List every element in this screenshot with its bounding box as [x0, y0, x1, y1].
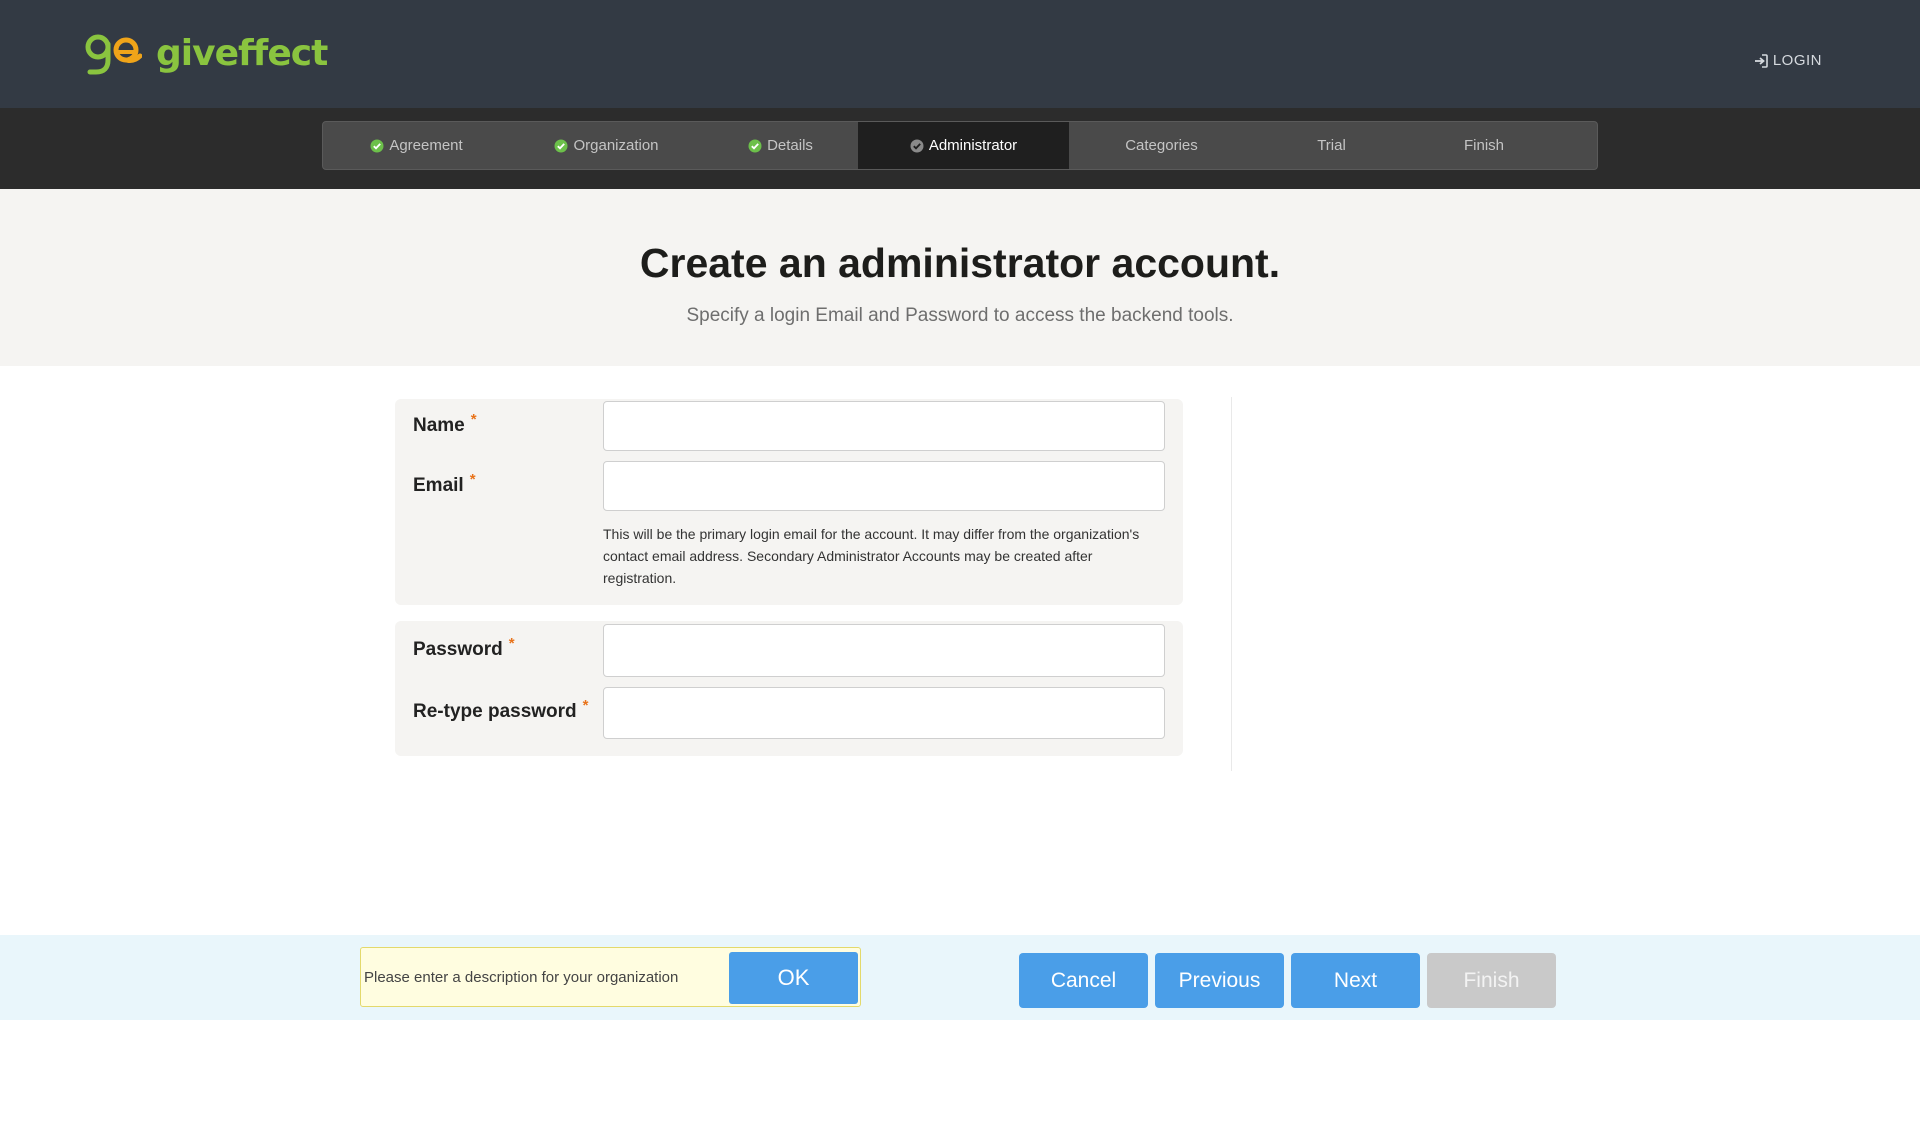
step-administrator[interactable]: Administrator [858, 122, 1069, 169]
login-link[interactable]: LOGIN [1754, 52, 1822, 69]
name-input[interactable] [603, 401, 1165, 451]
step-label: Trial [1317, 137, 1346, 154]
check-circle-icon [910, 139, 924, 152]
required-marker: * [469, 471, 476, 488]
step-finish[interactable]: Finish [1409, 122, 1559, 169]
password-panel: Password * Re-type password * [395, 621, 1183, 756]
page-title: Create an administrator account. [639, 240, 1281, 286]
page-subtitle: Specify a login Email and Password to ac… [686, 305, 1234, 326]
description-prompt-box: Please enter a description for your orga… [360, 947, 861, 1007]
next-button[interactable]: Next [1291, 953, 1420, 1008]
account-identity-panel: Name * Email * This will be the primary lo… [395, 399, 1183, 605]
brand-name: giveffect [156, 33, 328, 74]
top-header: giveffect LOGIN [0, 0, 1920, 108]
retype-password-label: Re-type password * [413, 697, 589, 722]
name-label: Name * [413, 411, 477, 436]
required-marker: * [582, 697, 589, 714]
step-agreement[interactable]: Agreement [323, 122, 510, 169]
retype-password-input[interactable] [603, 687, 1165, 739]
email-input[interactable] [603, 461, 1165, 511]
check-circle-icon [554, 139, 568, 152]
step-organization[interactable]: Organization [510, 122, 703, 169]
wizard-steps-bar: Agreement Organization Details Administr… [0, 108, 1920, 189]
cancel-button[interactable]: Cancel [1019, 953, 1148, 1008]
step-label: Administrator [928, 137, 1018, 154]
password-input[interactable] [603, 624, 1165, 677]
password-label: Password * [413, 635, 515, 660]
page-heading-band: Create an administrator account. Specify… [0, 189, 1920, 366]
check-circle-icon [370, 139, 384, 152]
login-label: LOGIN [1772, 52, 1822, 69]
brand-logo[interactable]: giveffect [84, 30, 328, 78]
step-label: Agreement [389, 137, 463, 154]
required-marker: * [508, 635, 515, 652]
email-label: Email * [413, 471, 476, 496]
step-details[interactable]: Details [703, 122, 858, 169]
email-hint: This will be the primary login email for… [603, 526, 1140, 586]
step-categories[interactable]: Categories [1069, 122, 1254, 169]
ok-button[interactable]: OK [729, 952, 858, 1004]
giveffect-logo-mark-icon [85, 34, 142, 75]
previous-button[interactable]: Previous [1155, 953, 1284, 1008]
step-label: Categories [1125, 137, 1198, 154]
finish-button[interactable]: Finish [1427, 953, 1556, 1008]
wizard-steps: Agreement Organization Details Administr… [322, 121, 1598, 170]
step-label: Organization [573, 137, 659, 154]
required-marker: * [470, 411, 477, 428]
step-label: Finish [1463, 137, 1504, 154]
sign-in-icon [1754, 53, 1768, 68]
check-circle-icon [748, 139, 762, 152]
step-trial[interactable]: Trial [1254, 122, 1409, 169]
wizard-footer-bar: Please enter a description for your orga… [0, 935, 1920, 1020]
column-divider [1231, 397, 1232, 771]
description-prompt-text: Please enter a description for your orga… [364, 969, 679, 986]
step-label: Details [767, 137, 813, 154]
